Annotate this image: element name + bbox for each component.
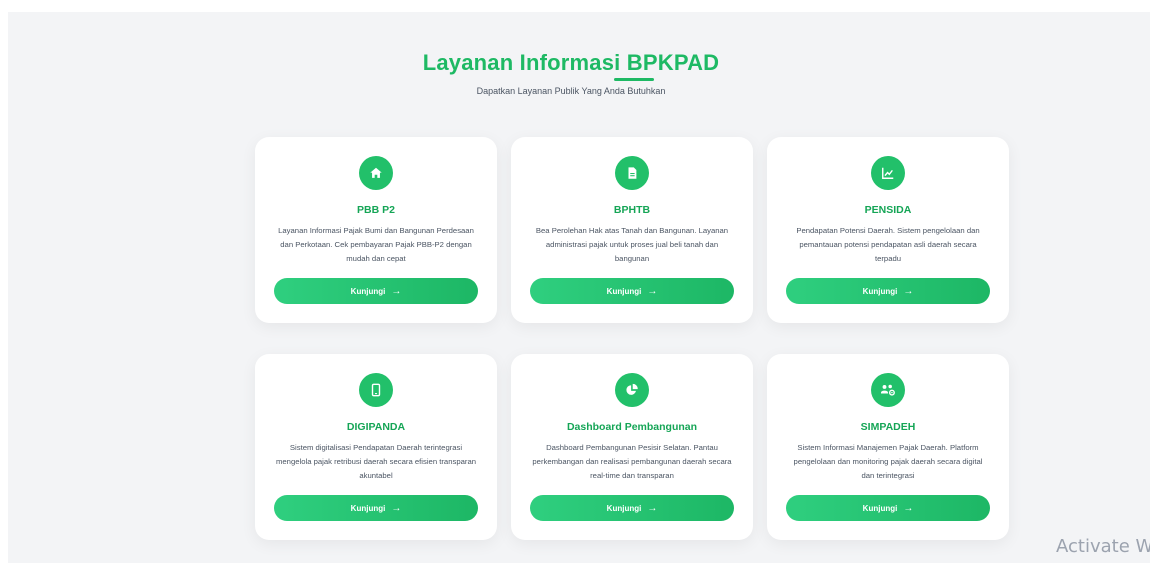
card-title: SIMPADEH xyxy=(860,421,916,433)
card-title: PENSIDA xyxy=(864,204,912,216)
visit-button-bphtb[interactable]: Kunjungi → xyxy=(530,278,734,304)
button-label: Kunjungi xyxy=(350,503,386,513)
visit-button-digipanda[interactable]: Kunjungi → xyxy=(274,495,478,521)
chart-line-icon xyxy=(871,156,905,190)
arrow-right-icon: → xyxy=(903,285,914,297)
card-title: Dashboard Pembangunan xyxy=(566,421,698,433)
arrow-right-icon: → xyxy=(647,502,658,514)
card-title: DIGIPANDA xyxy=(346,421,406,433)
service-card-pbb-p2: PBB P2 Layanan Informasi Pajak Bumi dan … xyxy=(255,137,497,323)
visit-button-dashboard-pembangunan[interactable]: Kunjungi → xyxy=(530,495,734,521)
service-card-simpadeh: SIMPADEH Sistem Informasi Manajemen Paja… xyxy=(767,354,1009,540)
arrow-right-icon: → xyxy=(903,502,914,514)
pie-chart-icon xyxy=(615,373,649,407)
card-description: Sistem digitalisasi Pendapatan Daerah te… xyxy=(276,443,476,480)
mobile-icon xyxy=(359,373,393,407)
service-card-pensida: PENSIDA Pendapatan Potensi Daerah. Siste… xyxy=(767,137,1009,323)
card-description: Dashboard Pembangunan Pesisir Selatan. P… xyxy=(532,443,732,480)
button-label: Kunjungi xyxy=(606,286,642,296)
page-title: Layanan Informasi BPKPAD xyxy=(422,50,720,75)
card-description: Layanan Informasi Pajak Bumi dan Banguna… xyxy=(278,226,474,263)
card-description: Pendapatan Potensi Daerah. Sistem pengel… xyxy=(796,226,980,263)
button-label: Kunjungi xyxy=(606,503,642,513)
service-card-digipanda: DIGIPANDA Sistem digitalisasi Pendapatan… xyxy=(255,354,497,540)
card-title: BPHTB xyxy=(613,204,651,216)
users-cog-icon xyxy=(871,373,905,407)
visit-button-pbb-p2[interactable]: Kunjungi → xyxy=(274,278,478,304)
button-label: Kunjungi xyxy=(862,286,898,296)
button-label: Kunjungi xyxy=(862,503,898,513)
service-card-bphtb: BPHTB Bea Perolehan Hak atas Tanah dan B… xyxy=(511,137,753,323)
card-description: Sistem Informasi Manajemen Pajak Daerah.… xyxy=(793,443,983,480)
arrow-right-icon: → xyxy=(647,285,658,297)
title-underline xyxy=(614,78,654,81)
arrow-right-icon: → xyxy=(391,502,402,514)
card-description: Bea Perolehan Hak atas Tanah dan Banguna… xyxy=(535,226,729,263)
service-card-dashboard-pembangunan: Dashboard Pembangunan Dashboard Pembangu… xyxy=(511,354,753,540)
button-label: Kunjungi xyxy=(350,286,386,296)
arrow-right-icon: → xyxy=(391,285,402,297)
visit-button-pensida[interactable]: Kunjungi → xyxy=(786,278,990,304)
document-icon xyxy=(615,156,649,190)
card-title: PBB P2 xyxy=(357,204,395,216)
visit-button-simpadeh[interactable]: Kunjungi → xyxy=(786,495,990,521)
home-icon xyxy=(359,156,393,190)
activation-watermark: Activate W xyxy=(1056,536,1150,557)
page-subtitle: Dapatkan Layanan Publik Yang Anda Butuhk… xyxy=(476,86,666,96)
